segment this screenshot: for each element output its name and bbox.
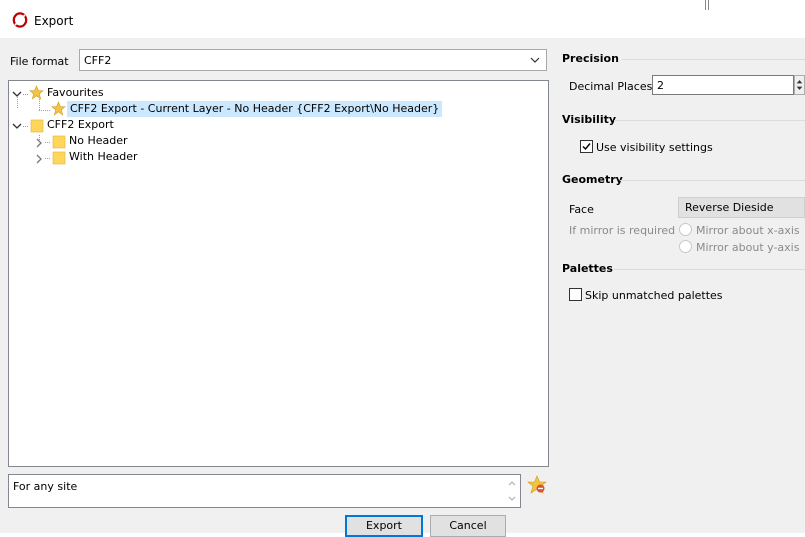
divider [614,269,805,270]
star-icon [51,101,66,116]
window-title: Export [34,14,74,28]
cancel-button[interactable]: Cancel [430,515,506,537]
section-precision: Precision [562,52,619,65]
mirror-x-label[interactable]: Mirror about x-axis [696,224,800,237]
chevron-right-icon[interactable] [34,154,44,164]
mirror-y-label[interactable]: Mirror about y-axis [696,241,799,254]
export-button[interactable]: Export [345,515,423,537]
decimal-places-value: 2 [657,79,664,92]
checkmark-icon [582,143,591,151]
file-format-label: File format [10,55,69,68]
chevron-down-icon[interactable] [12,89,22,99]
divider [705,0,706,10]
folder-icon [30,119,44,133]
chevron-down-icon[interactable] [12,121,22,131]
tree-node-no-header[interactable]: No Header [69,133,128,149]
face-label: Face [569,203,594,216]
tree-node-favourite-item[interactable]: CFF2 Export - Current Layer - No Header … [67,101,443,117]
skip-palettes-label[interactable]: Skip unmatched palettes [585,289,723,302]
divider [614,120,805,121]
folder-icon [52,135,66,149]
decimal-places-stepper[interactable] [794,75,805,95]
mirror-label: If mirror is required [569,224,676,237]
divider [708,0,709,10]
decimal-places-input[interactable]: 2 [652,75,794,95]
use-visibility-checkbox[interactable] [580,140,593,153]
section-geometry: Geometry [562,173,623,186]
export-tree[interactable]: Favourites CFF2 Export - Current Layer -… [8,80,549,467]
mirror-x-radio[interactable] [679,223,692,236]
notes-text: For any site [13,480,78,493]
file-format-value: CFF2 [84,54,112,67]
divider [622,59,805,60]
use-visibility-label[interactable]: Use visibility settings [596,141,713,154]
title-bar [0,0,805,38]
divider [620,180,805,181]
section-palettes: Palettes [562,262,613,275]
chevron-right-icon[interactable] [34,138,44,148]
skip-palettes-checkbox[interactable] [569,288,582,301]
folder-icon [52,151,66,165]
face-select[interactable]: Reverse Dieside [678,197,805,218]
mirror-y-radio[interactable] [679,240,692,253]
tree-node-favourites[interactable]: Favourites [47,85,104,101]
notes-textarea[interactable]: For any site [8,474,521,508]
app-logo-icon [12,12,28,28]
star-icon [29,85,44,100]
file-format-select[interactable]: CFF2 [79,49,547,71]
tree-node-with-header[interactable]: With Header [69,149,138,165]
section-visibility: Visibility [562,113,617,126]
tree-node-cff2-export[interactable]: CFF2 Export [47,117,114,133]
chevron-down-icon [530,57,540,63]
decimal-places-label: Decimal Places [569,80,653,93]
notes-scrollbar[interactable] [507,478,517,504]
add-favourite-button[interactable] [526,474,548,496]
